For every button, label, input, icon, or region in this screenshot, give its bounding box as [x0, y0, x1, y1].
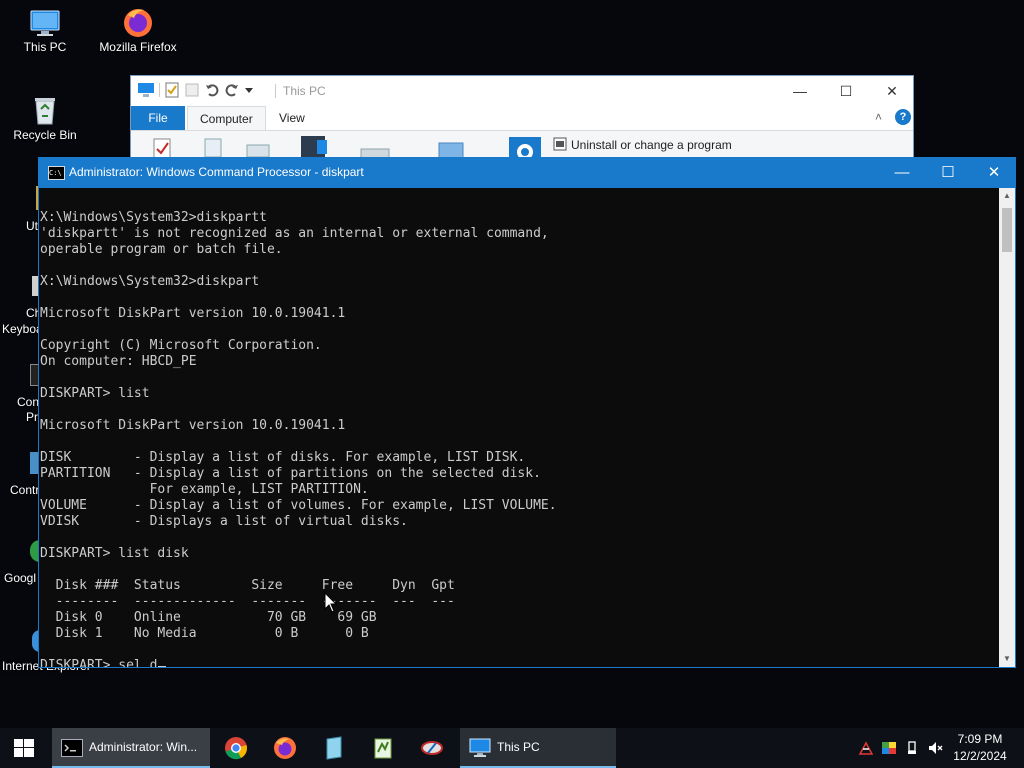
open-icon[interactable] [203, 137, 225, 159]
redo-icon[interactable] [224, 82, 240, 98]
console-line: Disk 1 No Media 0 B 0 B [40, 626, 369, 641]
taskbar-cmd-button[interactable]: Administrator: Win... [52, 728, 210, 768]
cmd-title: Administrator: Windows Command Processor… [69, 165, 364, 179]
console-line: For example, LIST PARTITION. [40, 482, 369, 497]
console-line: VDISK - Displays a list of virtual disks… [40, 514, 408, 529]
tab-file[interactable]: File [131, 106, 185, 130]
taskbar-clock[interactable]: 7:09 PM 12/2/2024 [944, 731, 1016, 765]
console-line: Microsoft DiskPart version 10.0.19041.1 [40, 418, 346, 433]
console-line: -------- ------------- ------- ------- -… [40, 594, 455, 609]
network-tool-icon[interactable] [858, 740, 874, 756]
console-line: DISKPART> list [40, 386, 150, 401]
quick-access-toolbar [137, 82, 254, 98]
cmd-titlebar[interactable]: C:\ Administrator: Windows Command Proce… [39, 158, 1015, 188]
notepad-icon[interactable] [322, 736, 346, 760]
collapse-ribbon-icon[interactable]: ˄ [875, 110, 882, 124]
desktop-partial-label: Googl [4, 571, 37, 585]
notepadpp-icon[interactable] [371, 736, 395, 760]
separator-icon [159, 83, 160, 97]
desktop-icon-label: Mozilla Firefox [99, 40, 177, 54]
taskbar-label: This PC [497, 740, 540, 754]
desktop-partial-label: Contr [10, 483, 40, 497]
ribbon-tabs: File Computer View ˄ ? [131, 106, 913, 131]
desktop-icon-recycle-bin[interactable]: Recycle Bin [5, 94, 85, 142]
undo-icon[interactable] [204, 82, 220, 98]
console-line: DISKPART> list disk [40, 546, 189, 561]
taskbar-label: Administrator: Win... [89, 740, 198, 754]
this-pc-icon [30, 10, 60, 36]
cmd-icon [61, 739, 83, 757]
maximize-button[interactable]: ☐ [823, 76, 869, 106]
console-line: operable program or batch file. [40, 242, 283, 257]
console-line: DISK - Display a list of disks. For exam… [40, 450, 526, 465]
console-line: Copyright (C) Microsoft Corporation. [40, 338, 322, 353]
console-line: PARTITION - Display a list of partitions… [40, 466, 541, 481]
console-line: X:\Windows\System32>diskpartt [40, 210, 267, 225]
desktop-icon-firefox[interactable]: Mozilla Firefox [98, 6, 178, 54]
minimize-button[interactable]: — [777, 76, 823, 106]
chrome-icon[interactable] [224, 736, 248, 760]
scroll-up-icon[interactable]: ▲ [999, 188, 1015, 204]
console-line: DISKPART> sel d [40, 658, 167, 667]
clock-time: 7:09 PM [957, 732, 1003, 746]
new-folder-icon[interactable] [184, 82, 200, 98]
desktop-icon-label: This PC [23, 40, 67, 54]
firefox-icon [124, 9, 152, 37]
scroll-down-icon[interactable]: ▼ [999, 651, 1015, 667]
console-line: VOLUME - Display a list of volumes. For … [40, 498, 557, 513]
desktop-icon-this-pc[interactable]: This PC [5, 8, 85, 54]
console-line: Microsoft DiskPart version 10.0.19041.1 [40, 306, 346, 321]
display-icon[interactable] [881, 740, 897, 756]
tab-computer[interactable]: Computer [187, 106, 266, 131]
usb-icon[interactable] [904, 740, 920, 756]
console-line: On computer: HBCD_PE [40, 354, 197, 369]
maximize-button[interactable]: ☐ [925, 158, 971, 188]
console-line: X:\Windows\System32>diskpart [40, 274, 260, 289]
uninstall-icon[interactable] [553, 137, 567, 151]
console-line: 'diskpartt' is not recognized as an inte… [40, 226, 549, 241]
this-pc-icon [138, 83, 154, 97]
desktop-partial-label: Ut [26, 219, 38, 233]
windows-start-icon[interactable] [0, 728, 48, 768]
close-button[interactable]: ✕ [971, 158, 1017, 188]
console-output[interactable]: X:\Windows\System32>diskpartt'diskpartt'… [40, 188, 1000, 667]
uninstall-program-button[interactable]: Uninstall or change a program [571, 138, 732, 152]
scroll-thumb[interactable] [1002, 208, 1012, 252]
desktop-icon-label: Recycle Bin [13, 128, 77, 142]
tab-view[interactable]: View [267, 106, 317, 130]
desktop-partial-label: Keyboa [2, 322, 43, 336]
minimize-button[interactable]: — [879, 158, 925, 188]
explorer-title: This PC [283, 84, 326, 98]
properties-icon[interactable] [164, 82, 180, 98]
recycle-bin-icon [35, 98, 55, 125]
rename-icon[interactable] [245, 137, 271, 159]
chevron-down-icon[interactable] [244, 82, 254, 98]
close-button[interactable]: ✕ [869, 76, 915, 106]
desktop-partial-label: Con [17, 395, 40, 409]
desktop-partial-label: Pr [26, 410, 38, 424]
console-line: Disk ### Status Size Free Dyn Gpt [40, 578, 455, 593]
cmd-icon: C:\ [48, 166, 65, 180]
cmd-window[interactable]: C:\ Administrator: Windows Command Proce… [38, 157, 1016, 668]
explorer-titlebar[interactable]: This PC — ☐ ✕ [131, 76, 913, 106]
taskbar: Administrator: Win... This PC 7:09 PM 12… [0, 728, 1024, 768]
title-separator [275, 84, 276, 98]
tool-icon[interactable] [420, 736, 444, 760]
volume-muted-icon[interactable] [928, 740, 944, 756]
help-icon[interactable]: ? [895, 109, 911, 125]
text-cursor [158, 666, 167, 667]
taskbar-this-pc-button[interactable]: This PC [460, 728, 616, 768]
this-pc-icon [469, 738, 491, 757]
vertical-scrollbar[interactable]: ▲ ▼ [999, 188, 1015, 667]
mouse-pointer-icon [324, 592, 338, 613]
firefox-icon[interactable] [273, 736, 297, 760]
clock-date: 12/2/2024 [953, 749, 1007, 763]
